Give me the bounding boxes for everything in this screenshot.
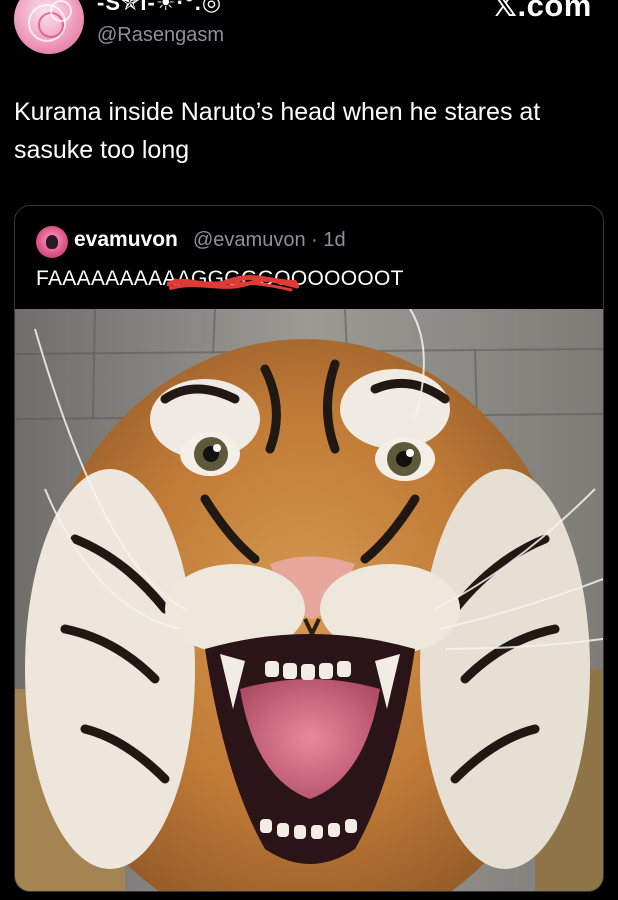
quoted-author-avatar[interactable] — [36, 226, 68, 258]
quoted-author-meta: @evamuvon · 1d — [193, 229, 346, 251]
author-handle[interactable]: @Rasengasm — [97, 24, 224, 47]
x-com-watermark: 𝕏.com — [492, 0, 592, 23]
quoted-author-name[interactable]: evamuvon — [74, 228, 178, 252]
author-display-name[interactable]: -S✯I-☀·°.◎ — [97, 0, 222, 16]
tiger-photo[interactable] — [15, 309, 603, 891]
tweet-screenshot: -S✯I-☀·°.◎ @Rasengasm 𝕏.com Kurama insid… — [0, 0, 618, 900]
quoted-post-card[interactable]: evamuvon @evamuvon · 1d FAAAAAAAAAAGGGGG… — [14, 205, 604, 892]
red-scribble-censor — [167, 275, 299, 292]
author-avatar[interactable] — [14, 0, 84, 54]
post-text: Kurama inside Naruto’s head when he star… — [14, 98, 541, 164]
